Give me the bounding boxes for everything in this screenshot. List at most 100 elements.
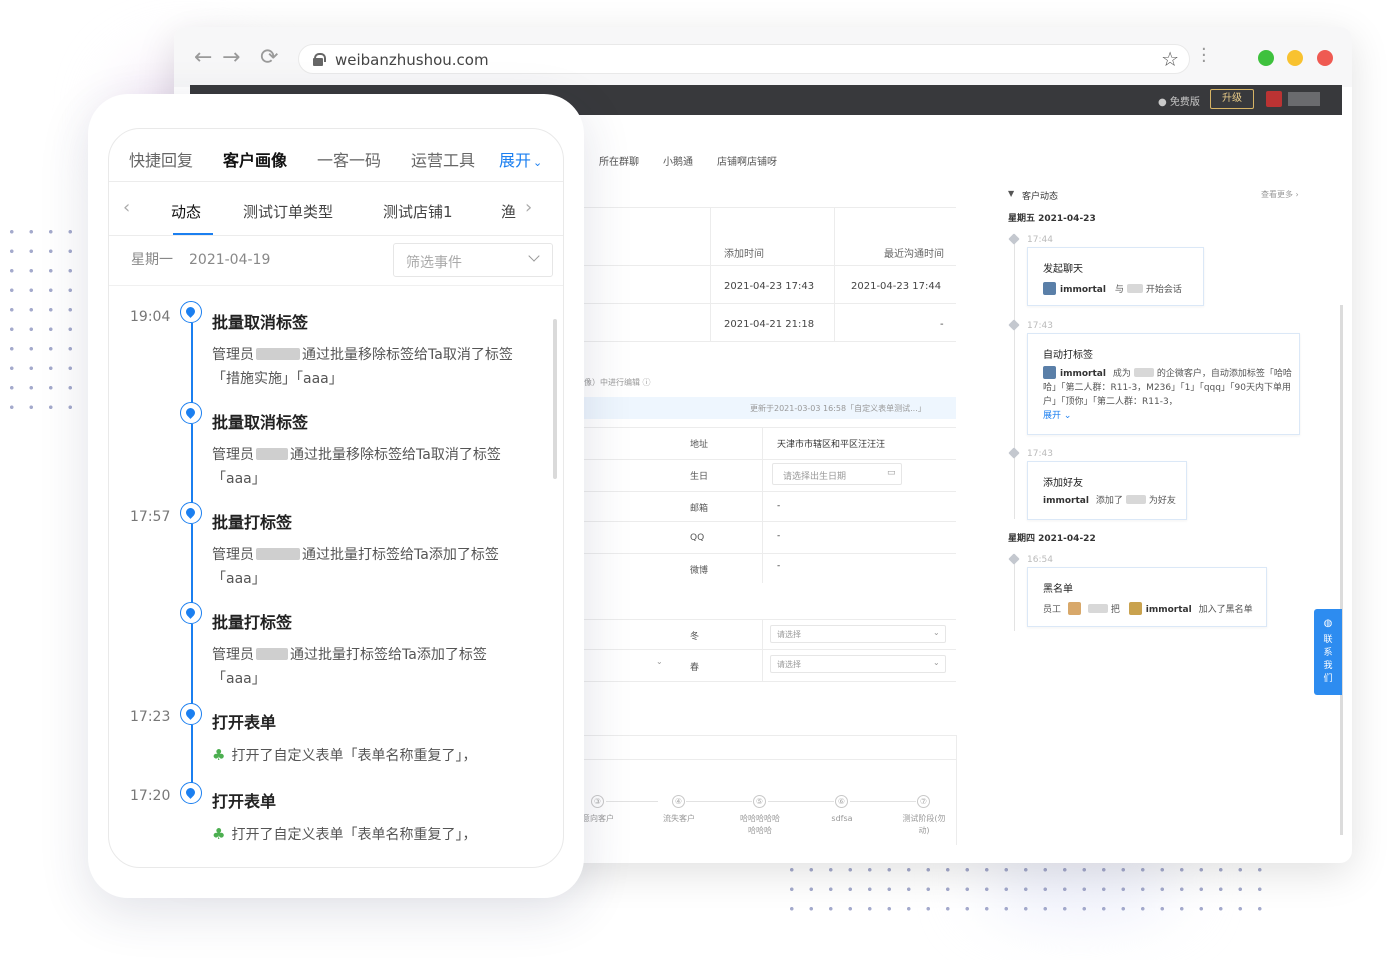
activity-date: 星期五 2021-04-23 <box>1008 214 1096 224</box>
tab-activity[interactable]: 动态 <box>171 201 201 222</box>
event-prefix: 管理员 <box>212 547 254 563</box>
forward-arrow-icon[interactable]: → <box>222 45 240 70</box>
activity-card-title: 黑名单 <box>1043 584 1073 595</box>
address-bar[interactable]: weibanzhushou.com ☆ <box>298 44 1190 74</box>
tag-icon <box>1008 553 1020 565</box>
form-border <box>580 459 956 460</box>
field-label-winter: 冬 <box>690 632 700 642</box>
expand-tabs-button[interactable]: 展开 ⌄ <box>499 147 542 171</box>
spring-select[interactable]: 请选择 ⌄ <box>770 655 946 673</box>
avatar[interactable] <box>1266 91 1282 107</box>
divider <box>109 181 563 182</box>
stage-step[interactable]: ⑤ <box>753 795 766 808</box>
collapse-triangle-icon[interactable]: ▼ <box>1008 189 1014 198</box>
activity-tail: 为好友 <box>1148 496 1176 506</box>
chevron-right-icon[interactable]: › <box>525 197 532 218</box>
table-border <box>580 265 956 266</box>
activity-timeline-line <box>1014 239 1015 519</box>
table-divider <box>834 207 835 341</box>
stage-step[interactable]: ⑦ <box>917 795 930 808</box>
activity-date: 星期四 2021-04-22 <box>1008 534 1096 544</box>
tab-test-shop[interactable]: 测试店铺1 <box>383 201 453 222</box>
timeline-line <box>191 323 193 403</box>
form-border <box>580 681 956 682</box>
minimize-window-button[interactable] <box>1287 50 1303 66</box>
activity-timeline-line <box>1014 561 1015 631</box>
table-border <box>580 341 956 342</box>
pin-icon <box>180 703 202 725</box>
form-border <box>580 619 956 620</box>
table-border <box>580 207 956 208</box>
winter-select[interactable]: 请选择 ⌄ <box>770 625 946 643</box>
bookmark-star-icon[interactable]: ☆ <box>1161 47 1179 71</box>
pin-icon <box>180 602 202 624</box>
activity-user: immortal <box>1145 605 1192 615</box>
tag-icon <box>1008 447 1020 459</box>
tab-xiaoetong[interactable]: 小鹅通 <box>663 153 693 168</box>
event-time: 17:57 <box>130 509 171 525</box>
activity-card-text: immortal 添加了 为好友 <box>1043 494 1176 508</box>
redacted-name <box>256 448 288 460</box>
activity-card-text: 员工 把 immortal 加入了黑名单 <box>1043 602 1253 617</box>
contact-us-button[interactable]: ◍ 联系我们 <box>1314 609 1342 695</box>
stage-step[interactable]: ④ <box>672 795 685 808</box>
tab-operation-tools[interactable]: 运营工具 <box>411 147 475 171</box>
tab-quick-reply[interactable]: 快捷回复 <box>129 147 193 171</box>
calendar-icon: ▭ <box>887 468 896 478</box>
tab-one-customer-one-code[interactable]: 一客一码 <box>317 147 381 171</box>
event-title: 批量打标签 <box>212 613 293 632</box>
expand-label: 展开 <box>499 151 532 170</box>
event-prefix: 管理员 <box>212 647 254 663</box>
pin-icon <box>180 301 202 323</box>
tab-group-chats[interactable]: 所在群聊 <box>599 153 639 168</box>
browser-menu-icon[interactable]: · · · <box>1201 41 1207 71</box>
reload-icon[interactable]: ⟳ <box>260 45 278 70</box>
table-cell: 2021-04-23 17:44 <box>851 281 942 292</box>
activity-card-text: immortal 与 开始会话 <box>1043 282 1182 297</box>
tab-truncated[interactable]: 渔 <box>501 201 516 222</box>
activity-card: 黑名单 员工 把 immortal 加入了黑名单 <box>1027 567 1267 627</box>
upgrade-button[interactable]: 升级 <box>1210 89 1254 109</box>
stage-step[interactable]: ⑥ <box>835 795 848 808</box>
stage-label: sdfsa <box>831 814 853 823</box>
event-time: 17:20 <box>130 788 171 804</box>
redacted-name <box>256 548 300 560</box>
maximize-window-button[interactable] <box>1258 50 1274 66</box>
birthday-date-picker[interactable]: 请选择出生日期 ▭ <box>772 463 902 485</box>
back-arrow-icon[interactable]: ← <box>194 45 212 70</box>
stage-connector <box>686 801 752 802</box>
activity-tail: 的企微客户，自动添加标签 <box>1156 369 1265 379</box>
user-name-redacted[interactable] <box>1288 92 1320 106</box>
expand-link[interactable]: 展开 ⌄ <box>1043 411 1071 421</box>
free-plan-badge: ● 免费版 <box>1158 97 1200 108</box>
field-label-address: 地址 <box>690 440 709 450</box>
redacted-name <box>1126 284 1143 293</box>
activity-user: immortal <box>1060 285 1106 295</box>
avatar <box>1043 282 1056 295</box>
close-window-button[interactable] <box>1317 50 1333 66</box>
table-header-added: 添加时间 <box>724 249 764 260</box>
decorative-dots <box>2 222 86 418</box>
activity-more-link[interactable]: 查看更多 › <box>1261 189 1299 200</box>
stage-panel-border <box>956 735 957 845</box>
form-border <box>580 427 956 428</box>
stage-step[interactable]: ③ <box>591 795 604 808</box>
table-cell: - <box>940 319 944 330</box>
event-title: 批量取消标签 <box>212 413 309 432</box>
update-notice-text[interactable]: 更新于2021-03-03 16:58「自定义表单测试...」 <box>750 403 926 414</box>
page-scrollbar[interactable] <box>1340 305 1343 835</box>
field-label-weibo: 微博 <box>690 566 709 576</box>
chevron-left-icon[interactable]: ‹ <box>123 197 130 218</box>
tab-customer-profile[interactable]: 客户画像 <box>223 147 287 171</box>
form-border <box>580 521 956 522</box>
redacted-name <box>1125 495 1146 504</box>
tab-test-order-type[interactable]: 测试订单类型 <box>243 201 333 222</box>
filter-placeholder: 筛选事件 <box>406 255 462 271</box>
activity-card-title: 添加好友 <box>1043 478 1083 489</box>
activity-verb: 与 <box>1114 285 1124 295</box>
timeline-scrollbar[interactable] <box>553 319 557 479</box>
event-title: 批量取消标签 <box>212 313 309 332</box>
filter-events-select[interactable]: 筛选事件 <box>393 243 553 277</box>
chevron-down-icon: ⌄ <box>933 628 940 637</box>
tab-shop[interactable]: 店铺啊店铺呀 <box>717 153 777 168</box>
